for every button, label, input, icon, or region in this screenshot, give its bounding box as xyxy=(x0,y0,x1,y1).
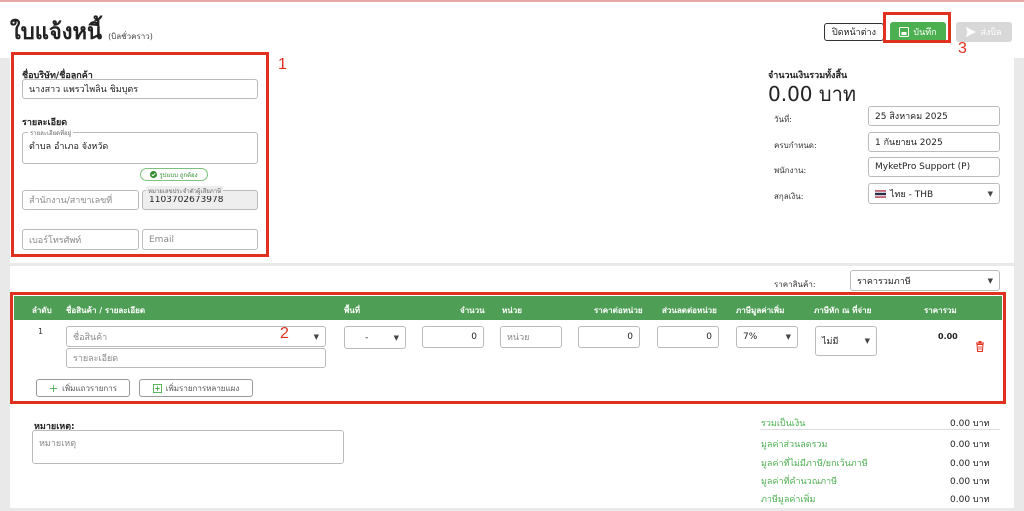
page-subtitle: (บิลชั่วคราว) xyxy=(108,32,153,41)
due-date-input[interactable]: 1 กันยายน 2025 xyxy=(868,132,1000,152)
total-value-1: 0.00 บาท xyxy=(950,440,990,450)
send-bill-label: ส่งบิล xyxy=(980,28,1002,38)
total-value-0: 0.00 บาท xyxy=(950,419,990,429)
send-bill-button[interactable]: ส่งบิล xyxy=(956,22,1012,42)
totals-divider xyxy=(760,429,1000,430)
total-value-2: 0.00 บาท xyxy=(950,459,990,469)
close-window-label: ปิดหน้าต่าง xyxy=(832,28,876,38)
total-label-0: รวมเป็นเงิน xyxy=(761,419,806,429)
chevron-down-icon: ▼ xyxy=(987,276,993,285)
highlight-box-save xyxy=(883,12,951,43)
send-icon xyxy=(966,27,977,37)
total-label-1: มูลค่าส่วนลดรวม xyxy=(761,440,828,450)
total-value-3: 0.00 บาท xyxy=(950,477,990,487)
total-label-3: มูลค่าที่คำนวณภาษี xyxy=(761,477,838,487)
price-type-value: ราคารวมภาษี xyxy=(857,276,911,287)
total-value-4: 0.00 บาท xyxy=(950,495,990,505)
page-title: ใบแจ้งหนี้ (บิลชั่วคราว) xyxy=(10,14,153,49)
date-label: วันที่: xyxy=(774,115,792,124)
total-label-4: ภาษีมูลค่าเพิ่ม xyxy=(761,495,816,505)
total-label-2: มูลค่าที่ไม่มีภาษี/ยกเว้นภาษี xyxy=(761,459,868,469)
currency-value: ไทย - THB xyxy=(890,189,934,200)
grand-total-value: 0.00 บาท xyxy=(768,82,856,106)
close-window-button[interactable]: ปิดหน้าต่าง xyxy=(824,23,884,41)
annotation-two: 2 xyxy=(280,325,289,342)
due-date-label: ครบกำหนด: xyxy=(774,141,817,150)
date-input[interactable]: 25 สิงหาคม 2025 xyxy=(868,106,1000,126)
page-title-text: ใบแจ้งหนี้ xyxy=(10,20,103,45)
staff-label: พนักงาน: xyxy=(774,166,807,175)
price-type-select[interactable]: ราคารวมภาษี ▼ xyxy=(850,270,1000,291)
notes-textarea[interactable]: หมายเหตุ xyxy=(32,430,344,464)
highlight-box-customer xyxy=(11,52,269,257)
top-bar: ใบแจ้งหนี้ (บิลชั่วคราว) ปิดหน้าต่าง บันท… xyxy=(0,0,1024,58)
highlight-box-items xyxy=(10,292,1006,404)
thailand-flag-icon xyxy=(875,189,886,198)
staff-input[interactable]: MyketPro Support (P) xyxy=(868,157,1000,177)
currency-label: สกุลเงิน: xyxy=(774,192,804,201)
price-type-label: ราคาสินค้า: xyxy=(774,280,816,289)
annotation-one: 1 xyxy=(278,56,287,73)
currency-select[interactable]: ไทย - THB ▼ xyxy=(868,183,1000,204)
chevron-down-icon: ▼ xyxy=(987,189,993,198)
annotation-three: 3 xyxy=(958,40,967,57)
